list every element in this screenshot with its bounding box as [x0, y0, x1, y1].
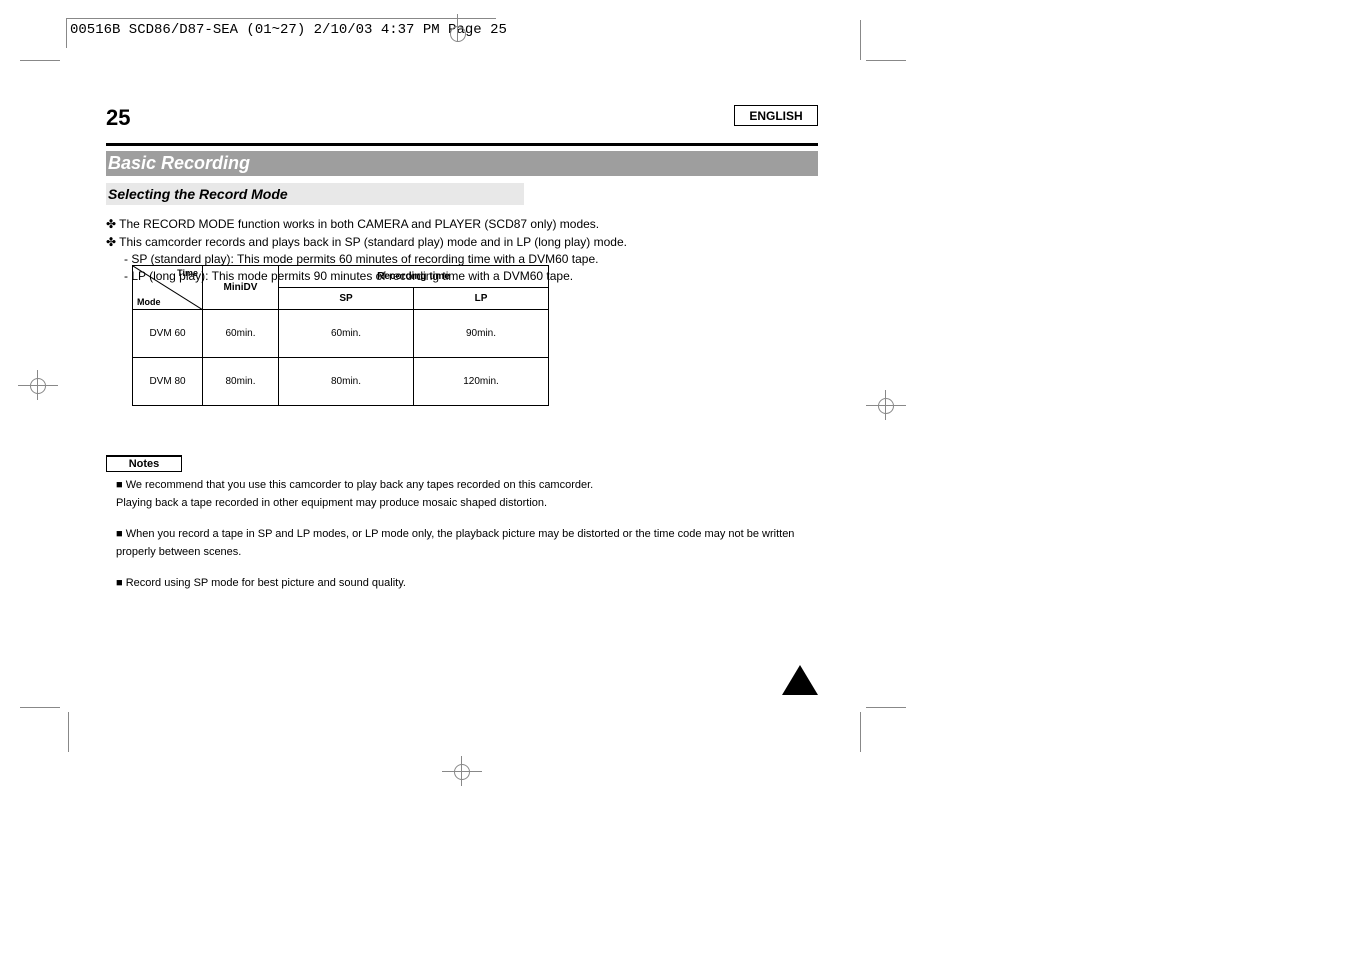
notes-list: ■ We recommend that you use this camcord…	[116, 477, 818, 607]
cell-dvm60-sp: 60min.	[279, 310, 414, 358]
cell-dvm60-label: DVM 60	[133, 310, 203, 358]
section-title: Selecting the Record Mode	[106, 183, 524, 205]
note-item: ■ We recommend that you use this camcord…	[116, 477, 818, 512]
page-content: ENGLISH 25 Basic Recording Selecting the…	[106, 105, 818, 695]
cell-dvm80-label: DVM 80	[133, 358, 203, 406]
registration-mark-bottom	[442, 762, 482, 782]
note-item: ■ When you record a tape in SP and LP mo…	[116, 526, 818, 561]
cell-dvm60-min: 60min.	[203, 310, 279, 358]
table-header-rectime: Recording time	[279, 266, 549, 288]
language-box: ENGLISH	[734, 105, 818, 126]
recording-time-table: Time Mode MiniDV Recording time SP LP DV…	[132, 265, 549, 406]
crop-mark	[866, 707, 906, 708]
page-title: Basic Recording	[106, 151, 818, 176]
note-item: ■ Record using SP mode for best picture …	[116, 575, 818, 593]
cell-dvm80-sp: 80min.	[279, 358, 414, 406]
crop-mark	[20, 707, 60, 708]
table-header-minidv: MiniDV	[203, 266, 279, 310]
table-header-lp: LP	[414, 288, 549, 310]
registration-mark-left	[18, 376, 58, 396]
registration-mark-right	[866, 396, 906, 416]
table-row: DVM 80 80min. 80min. 120min.	[133, 358, 549, 406]
table-diag-header: Time Mode	[133, 266, 203, 310]
crop-mark	[866, 60, 906, 61]
header-rule	[66, 18, 496, 19]
body-text-line: ✤ This camcorder records and plays back …	[106, 235, 627, 249]
page-number: 25	[106, 105, 130, 131]
table-header-sp: SP	[279, 288, 414, 310]
table-row: DVM 60 60min. 60min. 90min.	[133, 310, 549, 358]
cell-dvm60-lp: 90min.	[414, 310, 549, 358]
cell-dvm80-min: 80min.	[203, 358, 279, 406]
crop-mark	[860, 20, 861, 60]
cell-dvm80-lp: 120min.	[414, 358, 549, 406]
crop-mark	[68, 712, 69, 752]
crop-mark	[20, 60, 60, 61]
sp-desc: SP (standard play): This mode permits 60…	[131, 252, 598, 266]
page-marker-triangle-icon	[782, 665, 818, 695]
crop-mark	[860, 712, 861, 752]
header-tick	[66, 18, 67, 48]
print-header-info: 00516B SCD86/D87-SEA (01~27) 2/10/03 4:3…	[70, 22, 507, 38]
body-text: ✤ The RECORD MODE function works in both…	[106, 217, 599, 231]
notes-label-box: Notes	[106, 455, 182, 472]
registration-mark-top	[446, 22, 470, 46]
horizontal-rule	[106, 143, 818, 146]
